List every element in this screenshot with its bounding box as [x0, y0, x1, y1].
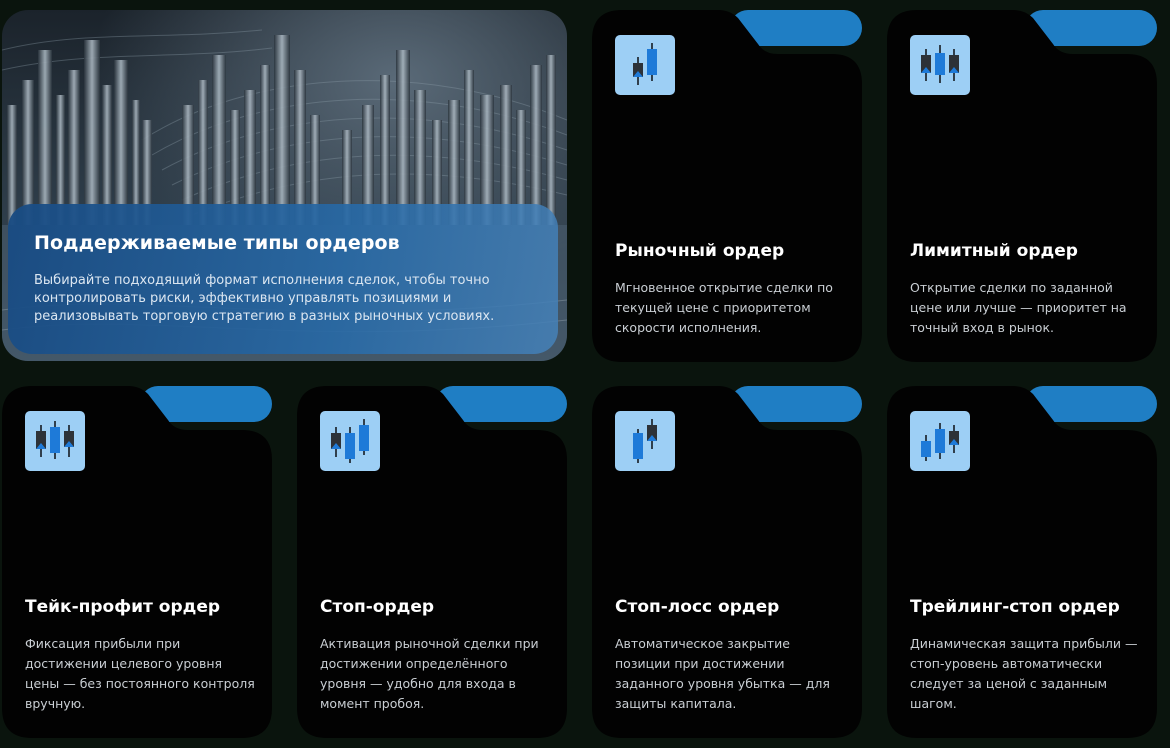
candlestick-3-icon — [25, 411, 85, 471]
candlestick-3-icon — [910, 411, 970, 471]
hero-banner: Поддерживаемые типы ордеров Выбирайте по… — [2, 10, 567, 361]
card-title: Рыночный ордер — [615, 241, 785, 261]
hero-panel: Поддерживаемые типы ордеров Выбирайте по… — [8, 204, 558, 354]
order-card-take-profit[interactable]: Тейк-профит ордер Фиксация прибыли при д… — [2, 386, 272, 738]
card-description: Динамическая защита прибыли — стоп-урове… — [910, 636, 1138, 711]
candlestick-2-icon — [615, 411, 675, 471]
section-description: Выбирайте подходящий формат исполнения с… — [34, 273, 495, 324]
order-types-section: Поддерживаемые типы ордеров Выбирайте по… — [0, 0, 1170, 748]
candlestick-3-icon — [910, 35, 970, 95]
card-description: Автоматическое закрытие позиции при дост… — [615, 636, 830, 711]
card-title: Тейк-профит ордер — [25, 597, 221, 617]
section-title: Поддерживаемые типы ордеров — [34, 232, 400, 254]
candlestick-3-icon — [320, 411, 380, 471]
card-description: Мгновенное открытие сделки по текущей це… — [615, 280, 833, 335]
order-card-trailing-stop[interactable]: Трейлинг-стоп ордер Динамическая защита … — [887, 386, 1157, 738]
order-card-stop-loss[interactable]: Стоп-лосс ордер Автоматическое закрытие … — [592, 386, 862, 738]
card-description: Фиксация прибыли при достижении целевого… — [25, 636, 255, 711]
card-title: Лимитный ордер — [910, 241, 1078, 261]
card-description: Активация рыночной сделки при достижении… — [320, 636, 539, 711]
card-title: Стоп-ордер — [320, 597, 435, 617]
order-card-limit[interactable]: Лимитный ордер Открытие сделки по заданн… — [887, 10, 1157, 362]
candlestick-2-icon — [615, 35, 675, 95]
card-title: Трейлинг-стоп ордер — [910, 597, 1120, 617]
order-card-stop[interactable]: Стоп-ордер Активация рыночной сделки при… — [297, 386, 567, 738]
card-title: Стоп-лосс ордер — [615, 597, 780, 617]
order-card-market[interactable]: Рыночный ордер Мгновенное открытие сделк… — [592, 10, 862, 362]
card-description: Открытие сделки по заданной цене или луч… — [910, 280, 1127, 335]
